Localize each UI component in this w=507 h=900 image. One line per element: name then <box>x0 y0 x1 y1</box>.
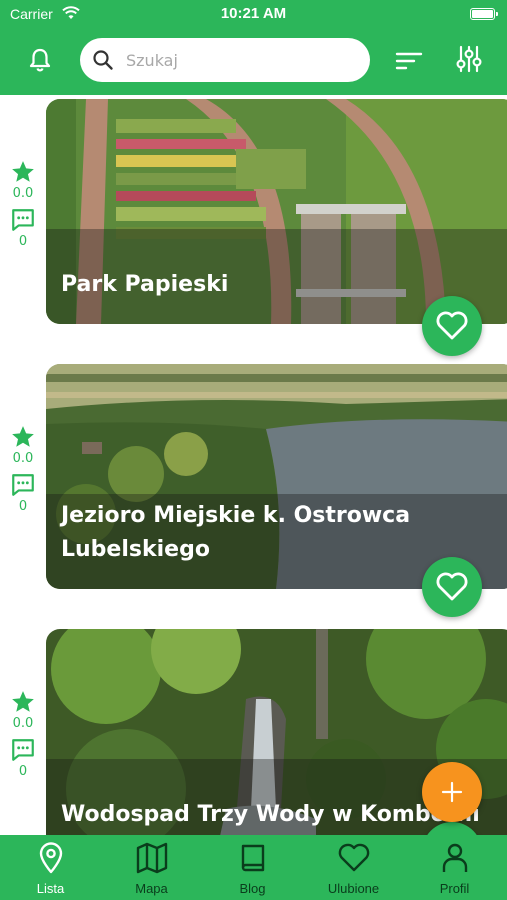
place-title: Park Papieski <box>61 272 229 297</box>
comment-icon <box>12 209 34 231</box>
heart-icon <box>436 572 468 601</box>
star-icon <box>12 691 34 712</box>
nav-label: Mapa <box>135 881 168 896</box>
place-title: Jezioro Miejskie k. Ostrowca Lubelskiego <box>61 503 411 562</box>
nav-item-blog[interactable]: Blog <box>202 839 303 900</box>
heart-icon <box>436 311 468 340</box>
heart-icon <box>338 843 369 872</box>
bell-icon[interactable] <box>26 46 54 74</box>
toolbar <box>0 36 507 84</box>
item-stats: 0.0 0 <box>0 159 46 249</box>
nav-label: Blog <box>239 881 266 896</box>
nav-item-mapa[interactable]: Mapa <box>101 839 202 900</box>
sort-icon[interactable] <box>394 46 424 74</box>
status-bar: Carrier 10:21 AM <box>0 0 507 30</box>
status-time: 10:21 AM <box>220 5 287 22</box>
plus-icon <box>441 781 463 803</box>
item-stats: 0.0 0 <box>0 689 46 779</box>
star-icon <box>12 161 34 182</box>
user-icon <box>442 843 467 872</box>
add-place-button[interactable] <box>422 762 482 822</box>
nav-item-ulubione[interactable]: Ulubione <box>303 839 404 900</box>
item-stats: 0.0 0 <box>0 424 46 514</box>
map-icon <box>136 842 167 874</box>
search-bar[interactable] <box>80 38 370 82</box>
nav-label: Profil <box>439 881 470 896</box>
place-card[interactable]: Jezioro Miejskie k. Ostrowca Lubelskiego <box>46 364 507 589</box>
places-list[interactable]: 0.0 0 Park Papieski 0.0 0 Jezioro Miejsk… <box>0 95 507 835</box>
comments-count: 0 <box>18 499 28 514</box>
rating-value: 0.0 <box>12 186 34 201</box>
nav-label: Ulubione <box>327 881 380 896</box>
place-card[interactable]: Park Papieski <box>46 99 507 324</box>
star-icon <box>12 426 34 447</box>
comments-count: 0 <box>18 234 28 249</box>
sliders-icon[interactable] <box>454 44 484 74</box>
rating-value: 0.0 <box>12 451 34 466</box>
bottom-nav: Lista Mapa Blog Ulubione Profil <box>0 835 507 900</box>
list-item: 0.0 0 Park Papieski <box>0 99 507 356</box>
battery-icon <box>470 8 498 20</box>
nav-item-profil[interactable]: Profil <box>404 839 505 900</box>
app-header: Carrier 10:21 AM <box>0 0 507 95</box>
search-icon <box>93 50 113 70</box>
book-icon <box>241 844 264 872</box>
list-item: 0.0 0 Jezioro Miejskie k. Ostrowca Lubel… <box>0 364 507 617</box>
comment-icon <box>12 474 34 496</box>
favorite-button[interactable] <box>422 296 482 356</box>
comments-count: 0 <box>18 764 28 779</box>
nav-item-lista[interactable]: Lista <box>0 839 101 900</box>
search-input[interactable] <box>126 46 356 74</box>
map-pin-icon <box>39 842 62 874</box>
nav-label: Lista <box>36 881 65 896</box>
rating-value: 0.0 <box>12 716 34 731</box>
comment-icon <box>12 739 34 761</box>
favorite-button[interactable] <box>422 557 482 617</box>
